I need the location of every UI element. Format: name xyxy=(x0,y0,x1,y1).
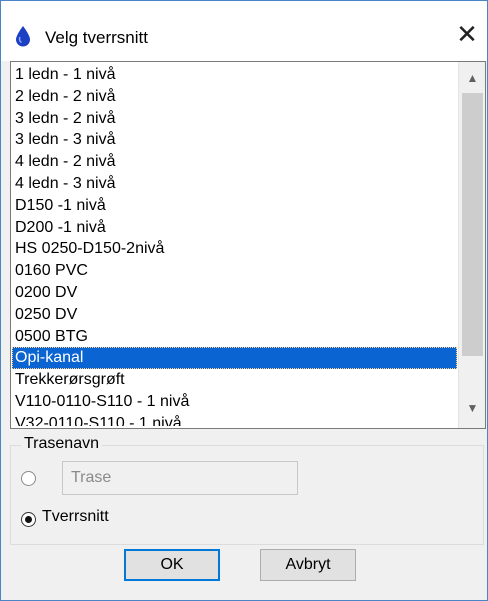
trase-radio[interactable] xyxy=(21,471,36,486)
cross-section-listbox[interactable]: 1 ledn - 1 nivå 2 ledn - 2 nivå 3 ledn - 2… xyxy=(10,61,486,429)
list-item[interactable]: 0200 DV xyxy=(12,282,457,304)
list-item[interactable]: 3 ledn - 3 nivå xyxy=(12,129,457,151)
list-item[interactable]: Trekkerørsgrøft xyxy=(12,369,457,391)
list-item[interactable]: 0500 BTG xyxy=(12,326,457,348)
list-item[interactable]: 2 ledn - 2 nivå xyxy=(12,86,457,108)
list-item[interactable]: HS 0250-D150-2nivå xyxy=(12,238,457,260)
vertical-scrollbar[interactable]: ▲ ▼ xyxy=(458,62,485,428)
list-item[interactable]: 1 ledn - 1 nivå xyxy=(12,64,457,86)
list-item[interactable]: D150 -1 nivå xyxy=(12,195,457,217)
list-item[interactable]: 3 ledn - 2 nivå xyxy=(12,108,457,130)
trase-input-value: Trase xyxy=(71,469,112,486)
scroll-thumb[interactable] xyxy=(462,93,483,356)
radio-selected-dot xyxy=(25,516,32,523)
scroll-up-button[interactable]: ▲ xyxy=(459,66,485,90)
title-bar[interactable]: Velg tverrsnitt ✕ xyxy=(1,1,487,61)
list-item[interactable]: 4 ledn - 2 nivå xyxy=(12,151,457,173)
tverrsnitt-label[interactable]: Tverrsnitt xyxy=(42,508,109,526)
ok-button[interactable]: OK xyxy=(124,549,220,581)
tverrsnitt-radio[interactable] xyxy=(21,512,36,527)
trasenavn-group: Trasenavn xyxy=(10,435,484,545)
list-item[interactable]: 0160 PVC xyxy=(12,260,457,282)
chevron-up-icon: ▲ xyxy=(466,71,479,85)
close-button[interactable]: ✕ xyxy=(449,19,485,51)
list-item[interactable]: 0250 DV xyxy=(12,304,457,326)
group-label: Trasenavn xyxy=(21,435,102,453)
dialog-window: Velg tverrsnitt ✕ 1 ledn - 1 nivå 2 ledn … xyxy=(0,0,488,601)
list-item[interactable]: V110-0110-S110 - 1 nivå xyxy=(12,391,457,413)
list-items: 1 ledn - 1 nivå 2 ledn - 2 nivå 3 ledn - 2… xyxy=(12,64,457,426)
cancel-button[interactable]: Avbryt xyxy=(260,549,356,581)
trase-input[interactable]: Trase xyxy=(62,461,298,495)
chevron-down-icon: ▼ xyxy=(466,401,479,415)
water-drop-icon xyxy=(16,26,30,47)
scroll-down-button[interactable]: ▼ xyxy=(459,396,485,420)
list-item[interactable]: Opi-kanal xyxy=(12,347,457,370)
list-item[interactable]: 4 ledn - 3 nivå xyxy=(12,173,457,195)
close-icon: ✕ xyxy=(456,19,478,49)
list-item[interactable]: V32-0110-S110 - 1 nivå xyxy=(12,413,457,426)
list-item[interactable]: D200 -1 nivå xyxy=(12,217,457,239)
window-title: Velg tverrsnitt xyxy=(45,28,148,47)
